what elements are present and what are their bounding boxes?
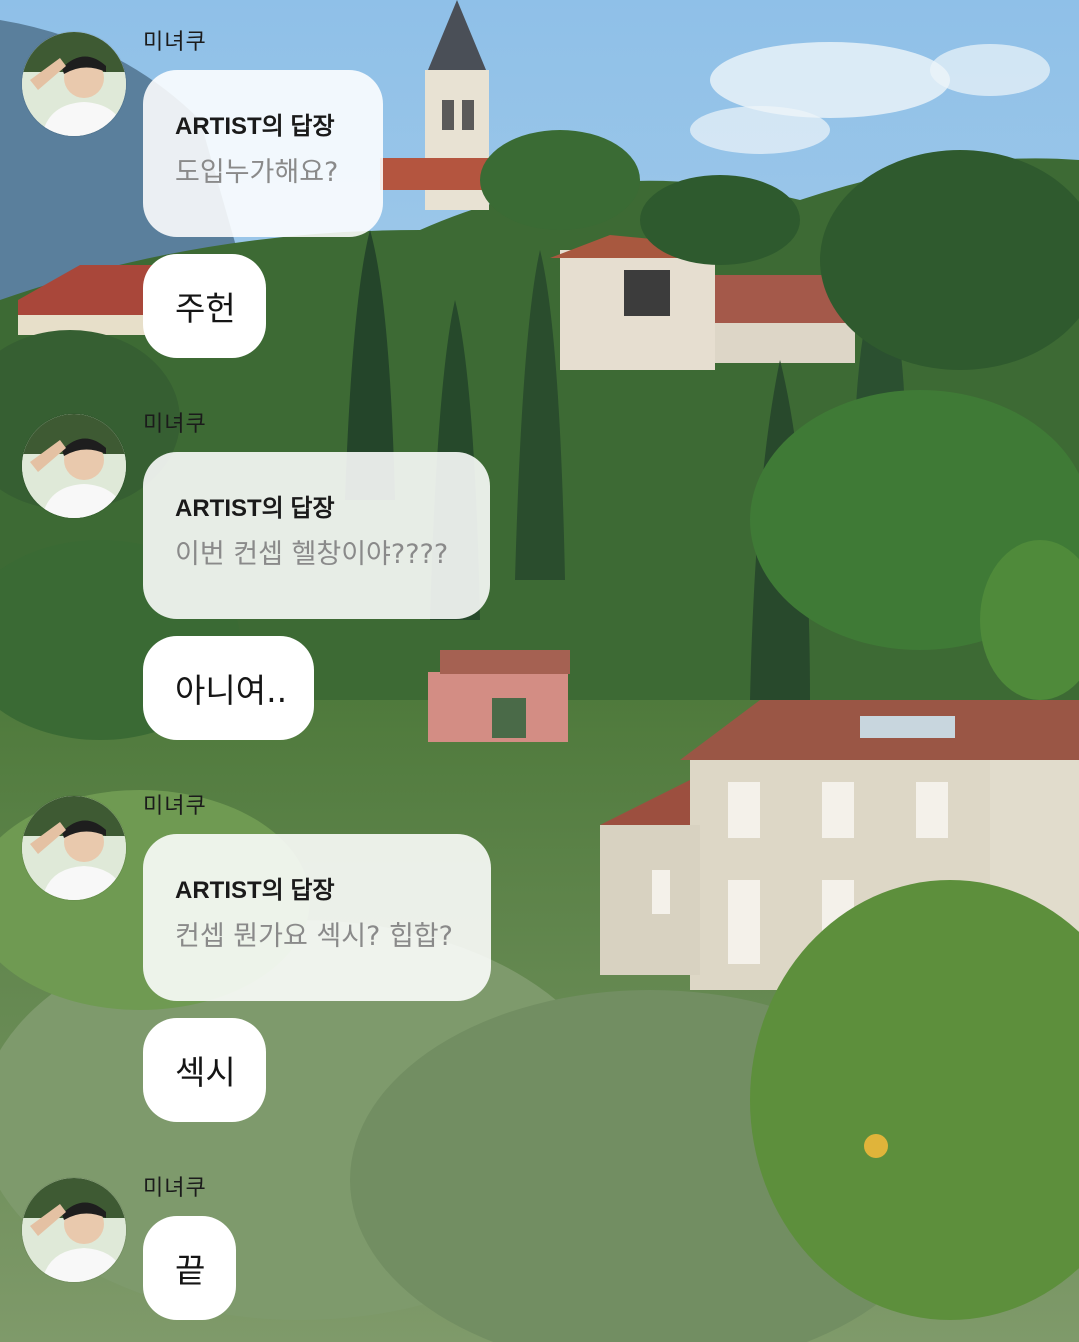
- reply-label: ARTIST의 답장: [175, 113, 335, 140]
- sender-name: 미녀쿠: [143, 412, 207, 437]
- reply-bubble[interactable]: ARTIST의 답장 도입누가해요?: [143, 70, 383, 237]
- person-avatar-icon: [22, 32, 126, 136]
- sender-name: 미녀쿠: [143, 30, 207, 55]
- person-avatar-icon: [22, 414, 126, 518]
- reply-bubble[interactable]: ARTIST의 답장 컨셉 뭔가요 섹시? 힙합?: [143, 834, 491, 1001]
- message-bubble[interactable]: 섹시: [143, 1018, 266, 1122]
- chat-thread: 미녀쿠 ARTIST의 답장 도입누가해요? 주헌 미녀쿠 ARTIST의 답장…: [0, 0, 1079, 1342]
- message-bubble[interactable]: 주헌: [143, 254, 266, 358]
- sender-avatar[interactable]: [22, 1178, 126, 1282]
- person-avatar-icon: [22, 1178, 126, 1282]
- sender-name: 미녀쿠: [143, 794, 207, 819]
- message-bubble[interactable]: 아니여..: [143, 636, 314, 740]
- message-text: 주헌: [175, 289, 236, 328]
- person-avatar-icon: [22, 796, 126, 900]
- reply-quoted-text: 컨셉 뭔가요 섹시? 힙합?: [175, 921, 453, 952]
- reply-quoted-text: 이번 컨셉 헬창이야????: [175, 539, 449, 570]
- message-text: 아니여..: [175, 671, 288, 710]
- reply-label: ARTIST의 답장: [175, 877, 335, 904]
- reply-bubble[interactable]: ARTIST의 답장 이번 컨셉 헬창이야????: [143, 452, 490, 619]
- reply-quoted-text: 도입누가해요?: [175, 157, 339, 188]
- message-bubble[interactable]: 끝: [143, 1216, 236, 1320]
- sender-avatar[interactable]: [22, 32, 126, 136]
- message-text: 끝: [175, 1251, 206, 1290]
- message-text: 섹시: [175, 1053, 236, 1092]
- reply-label: ARTIST의 답장: [175, 495, 335, 522]
- sender-avatar[interactable]: [22, 796, 126, 900]
- sender-avatar[interactable]: [22, 414, 126, 518]
- sender-name: 미녀쿠: [143, 1176, 207, 1201]
